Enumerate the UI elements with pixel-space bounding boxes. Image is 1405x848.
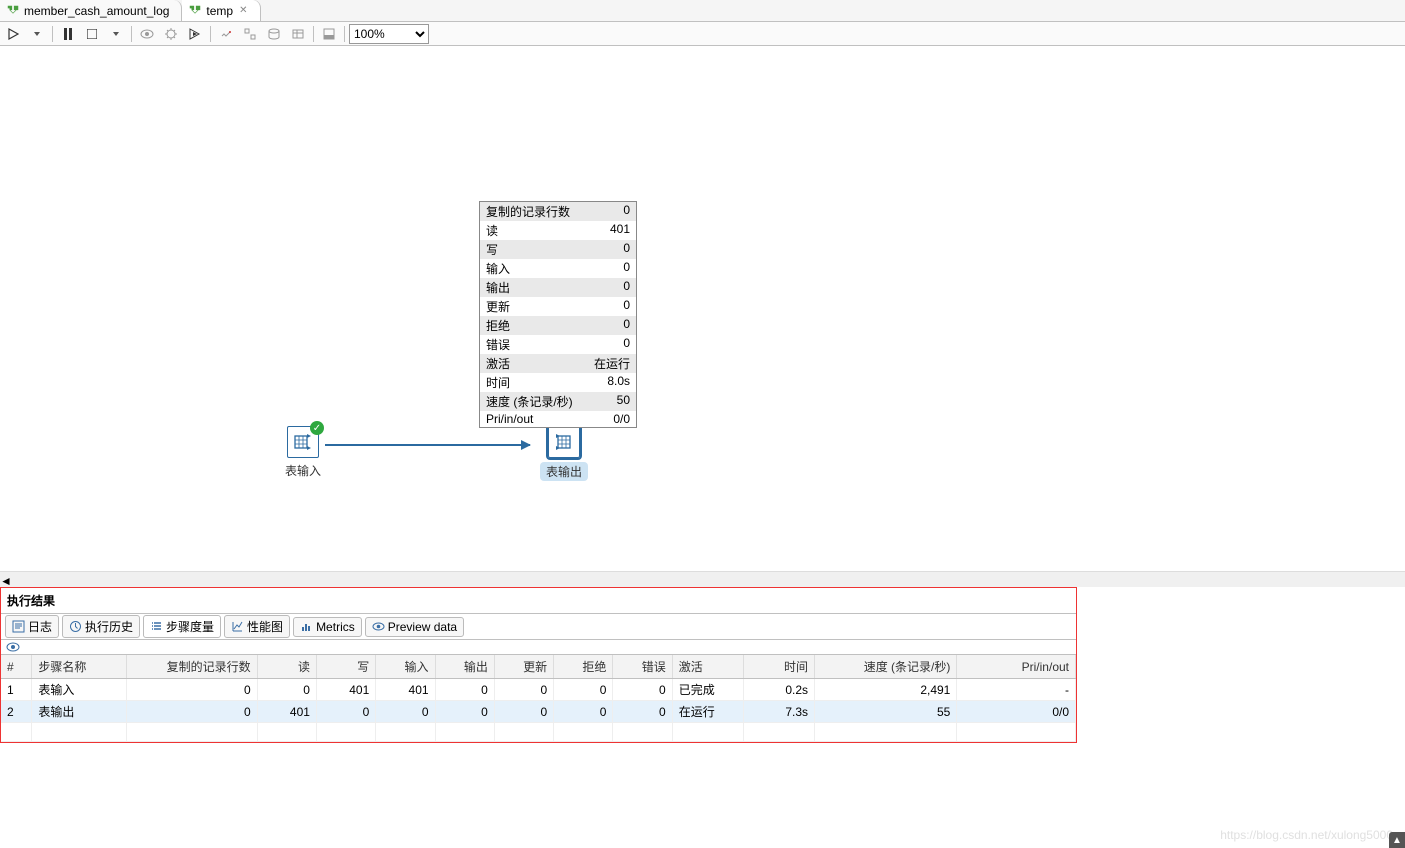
tab-perf-chart[interactable]: 性能图 [224, 615, 290, 638]
step-metrics-table: # 步骤名称 复制的记录行数 读 写 输入 输出 更新 拒绝 错误 激活 时间 … [1, 655, 1076, 742]
tab-temp[interactable]: temp ✕ [182, 0, 260, 21]
transform-icon [6, 4, 20, 18]
verify-button[interactable] [215, 24, 237, 44]
show-results-button[interactable] [318, 24, 340, 44]
close-icon[interactable]: ✕ [239, 5, 247, 16]
step-label: 表输入 [285, 462, 321, 479]
metrics-icon [300, 620, 313, 633]
chart-icon [231, 620, 244, 633]
step-label: 表输出 [540, 462, 588, 481]
tab-member-cash[interactable]: member_cash_amount_log [0, 0, 182, 21]
step-metrics-tooltip: 复制的记录行数0 读401 写0 输入0 输出0 更新0 拒绝0 错误0 激活在… [479, 201, 637, 428]
table-header: # 步骤名称 复制的记录行数 读 写 输入 输出 更新 拒绝 错误 激活 时间 … [1, 655, 1076, 679]
step-table-output[interactable]: 表输出 [540, 426, 588, 481]
tab-label: temp [206, 4, 233, 18]
tab-metrics[interactable]: Metrics [293, 617, 362, 637]
pause-button[interactable] [57, 24, 79, 44]
results-panel: 执行结果 日志 执行历史 步骤度量 性能图 Metrics Preview da… [0, 587, 1077, 743]
transform-icon [188, 4, 202, 18]
toolbar: 100% [0, 22, 1405, 46]
tab-log[interactable]: 日志 [5, 615, 59, 638]
sniff-button[interactable] [1, 640, 1076, 655]
results-title: 执行结果 [1, 588, 1076, 613]
canvas[interactable]: ✓ 表输入 表输出 复制的记录行数0 读401 写0 输入0 输出0 更新0 拒… [0, 46, 1405, 571]
run-button[interactable] [2, 24, 24, 44]
watermark: https://blog.csdn.net/xulong5000 [1220, 828, 1393, 842]
replay-button[interactable] [184, 24, 206, 44]
tab-step-metrics[interactable]: 步骤度量 [143, 615, 221, 638]
preview-button[interactable] [136, 24, 158, 44]
run-dropdown[interactable] [26, 24, 48, 44]
tab-label: member_cash_amount_log [24, 4, 169, 18]
log-icon [12, 620, 25, 633]
impact-button[interactable] [239, 24, 261, 44]
eye-icon [372, 620, 385, 633]
step-table-input[interactable]: ✓ 表输入 [285, 426, 321, 479]
table-row[interactable]: 2 表输出 0 401 0 0 0 0 0 0 在运行 7.3s 55 0/0 [1, 701, 1076, 723]
tab-history[interactable]: 执行历史 [62, 615, 140, 638]
table-row[interactable] [1, 723, 1076, 742]
table-row[interactable]: 1 表输入 0 0 401 401 0 0 0 0 已完成 0.2s 2,491… [1, 679, 1076, 701]
stop-dropdown[interactable] [105, 24, 127, 44]
debug-button[interactable] [160, 24, 182, 44]
tab-preview-data[interactable]: Preview data [365, 617, 464, 637]
scroll-top-button[interactable]: ▲ [1389, 832, 1405, 848]
success-badge-icon: ✓ [310, 421, 324, 435]
list-icon [150, 620, 163, 633]
history-icon [69, 620, 82, 633]
zoom-select[interactable]: 100% [349, 24, 429, 44]
hop-arrow[interactable] [325, 444, 530, 446]
explore-button[interactable] [287, 24, 309, 44]
horizontal-scrollbar[interactable]: ◄ [0, 571, 1405, 587]
stop-button[interactable] [81, 24, 103, 44]
editor-tabs: member_cash_amount_log temp ✕ [0, 0, 1405, 22]
results-tabs: 日志 执行历史 步骤度量 性能图 Metrics Preview data [1, 613, 1076, 640]
sql-button[interactable] [263, 24, 285, 44]
